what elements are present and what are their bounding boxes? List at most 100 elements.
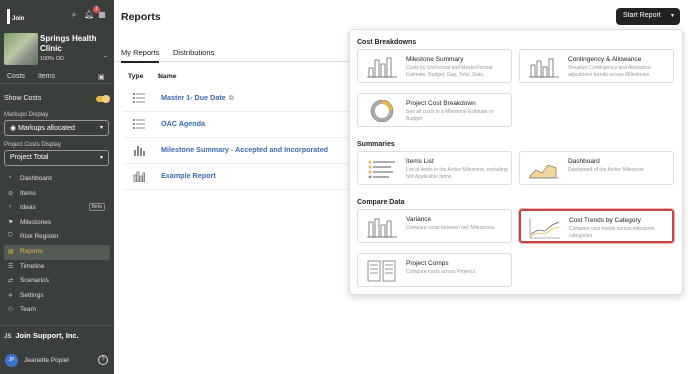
tab-distributions[interactable]: Distributions [173, 48, 214, 57]
card-project-cost-breakdown[interactable]: Project Cost Breakdown See all costs in … [357, 93, 512, 127]
card-dashboard[interactable]: Dashboard Dashboard of the Active Milest… [519, 151, 674, 185]
sidebar-item-risk-register[interactable]: ⛉ Risk Register [4, 230, 110, 245]
sidebar-item-reports[interactable]: ▤ Reports [4, 244, 110, 260]
scenarios-icon: ⇄ [8, 278, 14, 285]
chevron-up-icon[interactable]: ⌃ [103, 55, 108, 62]
sidebar-item-label: Timeline [20, 262, 45, 270]
chevron-down-icon: ▾ [99, 125, 103, 131]
shield-icon: ⛉ [8, 233, 13, 240]
sidebar-item-team[interactable]: ⚇ Team [4, 303, 110, 318]
card-title: Project Cost Breakdown [406, 100, 476, 107]
report-name[interactable]: Example Report [161, 171, 216, 180]
sidebar-item-milestones[interactable]: ⚑ Milestones [4, 216, 110, 231]
sidebar-item-settings[interactable]: ≑ Settings [4, 289, 110, 304]
bar-chart-icon [133, 171, 145, 182]
card-title: Dashboard [568, 158, 600, 165]
flag-icon: ⚑ [8, 219, 14, 226]
eye-icon: ◉ [10, 125, 19, 132]
table-row[interactable]: OAC Agenda [124, 112, 359, 138]
company-switcher[interactable]: JS Join Support, Inc. [0, 325, 114, 341]
settings-icon: ≑ [8, 292, 14, 299]
card-project-comps[interactable]: Project Comps Compare costs across Proje… [357, 253, 512, 287]
start-report-button[interactable]: Start Report ▾ [616, 8, 680, 25]
search-icon[interactable]: ⌕ [70, 11, 78, 19]
card-milestone-summary[interactable]: Milestone Summary Costs by UniFormat and… [357, 49, 512, 83]
sidebar-item-label: Dashboard [20, 175, 52, 182]
sidebar-item-label: Settings [20, 291, 44, 299]
card-title: Contingency & Allowance [568, 56, 642, 63]
bar-chart-icon [134, 146, 145, 156]
card-description: Dashboard of the Active Milestone [568, 167, 644, 173]
markups-display-value: Markups allocated [18, 125, 75, 132]
table-row[interactable]: Milestone Summary - Accepted and Incorpo… [124, 138, 359, 164]
markups-display-select[interactable]: ◉ Markups allocated ▾ [4, 120, 109, 136]
table-row[interactable]: Master 1- Due Date ⧉ [124, 86, 359, 112]
card-items-list[interactable]: Items List List of items in the Active M… [357, 151, 512, 185]
section-summaries: Summaries [357, 141, 395, 148]
start-report-label: Start Report [623, 12, 661, 19]
list-icon [133, 93, 145, 103]
donut-chart-icon [370, 100, 394, 122]
show-costs-label: Show Costs [4, 95, 42, 102]
sidebar-item-label: Team [20, 306, 36, 314]
report-name[interactable]: Master 1- Due Date ⧉ [161, 93, 234, 103]
project-costs-display-value: Project Total [10, 154, 49, 161]
sidebar-item-timeline[interactable]: ☰ Timeline [4, 260, 110, 275]
join-logo[interactable]: Join [7, 9, 27, 25]
sidebar-tabs: Costs Items ▣ [0, 70, 114, 84]
table-row[interactable]: Example Report [124, 164, 359, 190]
items-icon: ⊘ [8, 190, 14, 197]
report-name[interactable]: Milestone Summary - Accepted and Incorpo… [161, 145, 328, 154]
card-description: Visualize Contingency and Allowance adju… [568, 65, 651, 78]
project-card[interactable]: Springs Health Clinic 100% OD ⌃ [4, 33, 110, 65]
page-title: Reports [121, 11, 161, 23]
user-name: Jeanette Popiel [24, 357, 69, 364]
company-initials: JS [4, 334, 12, 340]
tab-my-reports[interactable]: My Reports [121, 48, 160, 63]
card-title: Items List [406, 158, 434, 165]
ideas-icon: ♀ [8, 204, 13, 211]
sidebar-item-label: Risk Register [20, 233, 59, 241]
inbox-icon[interactable]: ▦ [98, 11, 106, 19]
project-comps-icon [367, 260, 396, 282]
project-costs-display-select[interactable]: Project Total ▾ [4, 150, 109, 166]
project-thumbnail [4, 33, 38, 65]
user-menu[interactable]: JP Jeanette Popiel ? [4, 353, 110, 369]
column-name-label: Name [158, 73, 177, 80]
sidebar-item-label: Reports [20, 247, 43, 255]
avatar: JP [5, 354, 18, 367]
column-type-label: Type [128, 73, 144, 80]
report-icon: ▤ [8, 248, 14, 255]
column-type[interactable]: Type ↓ [128, 73, 143, 80]
card-description: Compare costs between two Milestones [406, 225, 495, 231]
milestone-summary-icon [367, 57, 397, 78]
card-variance[interactable]: Variance Compare costs between two Miles… [357, 209, 512, 243]
help-icon[interactable]: ? [98, 355, 108, 365]
project-status: 100% OD [40, 56, 64, 62]
card-description: List of items in the Active Milestone, e… [406, 167, 508, 180]
list-icon [133, 119, 145, 129]
beta-badge: Beta [88, 203, 105, 212]
show-costs-toggle[interactable] [96, 95, 110, 103]
card-description: Costs by UniFormat and MasterFormat Esti… [406, 65, 493, 78]
card-contingency-allowance[interactable]: Contingency & Allowance Visualize Contin… [519, 49, 674, 83]
team-icon: ⚇ [8, 307, 14, 314]
card-description: Compare cost trends across milestone cat… [569, 226, 655, 239]
sidebar-item-scenarios[interactable]: ⇄ Scenarios [4, 274, 110, 289]
tab-items[interactable]: Items [38, 73, 55, 80]
report-name[interactable]: OAC Agenda [161, 119, 205, 128]
bell-icon[interactable]: 🔔︎ 1 [84, 6, 100, 19]
chevron-down-icon: ▾ [670, 13, 674, 19]
project-costs-display-label: Project Costs Display [4, 142, 62, 148]
sidebar-item-ideas[interactable]: ♀ Ideas Beta [4, 201, 110, 216]
calculator-icon[interactable]: ▣ [98, 73, 105, 81]
card-title: Project Comps [406, 260, 449, 267]
column-name[interactable]: Name ↓ [158, 73, 177, 80]
section-cost-breakdowns: Cost Breakdowns [357, 39, 417, 46]
items-list-icon [368, 160, 395, 179]
tab-costs[interactable]: Costs [7, 73, 25, 80]
sidebar-item-items[interactable]: ⊘ Items [4, 187, 110, 202]
card-cost-trends-by-category[interactable]: Cost Trends by Category Compare cost tre… [518, 208, 675, 244]
card-title: Cost Trends by Category [569, 217, 641, 224]
sidebar-item-dashboard[interactable]: ◔ Dashboard [4, 172, 110, 187]
